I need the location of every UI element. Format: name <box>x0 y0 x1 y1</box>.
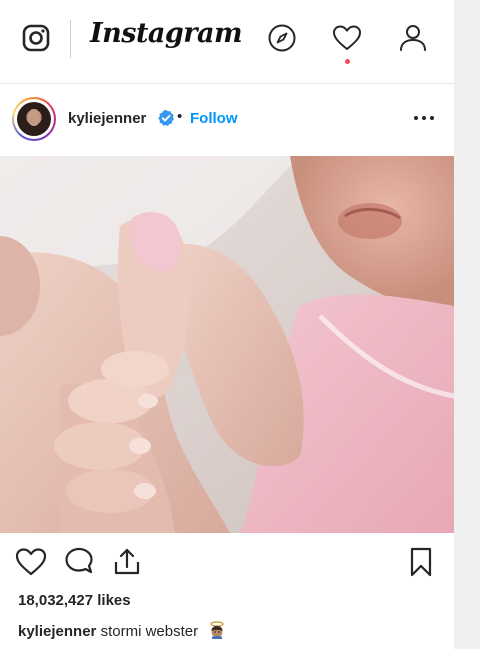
heart-icon[interactable] <box>331 22 363 54</box>
follow-button[interactable]: Follow <box>190 110 238 127</box>
caption-text: stormi webster <box>100 623 199 640</box>
post-photo[interactable] <box>0 156 454 533</box>
likes-count[interactable]: 18,032,427 likes <box>18 592 131 609</box>
separator-dot: • <box>177 108 183 125</box>
window-gutter <box>454 0 480 649</box>
verified-badge-icon <box>158 109 174 126</box>
instagram-glyph-icon[interactable] <box>22 24 50 52</box>
header-divider <box>70 20 71 58</box>
avatar[interactable] <box>12 97 56 141</box>
post-caption: kyliejenner stormi webster <box>18 621 226 641</box>
heart-icon[interactable] <box>14 545 48 579</box>
avatar-image <box>17 102 51 136</box>
post-username[interactable]: kyliejenner <box>68 110 146 127</box>
instagram-wordmark[interactable]: Instagram <box>90 18 243 49</box>
post-photo-image <box>0 156 454 533</box>
caption-username[interactable]: kyliejenner <box>18 623 96 640</box>
angel-emoji-icon <box>210 621 224 640</box>
instagram-page: Instagram kyliejenner • Follow 18,032,42… <box>0 0 454 649</box>
top-nav-bar: Instagram <box>0 0 454 84</box>
share-icon[interactable] <box>110 545 144 579</box>
bookmark-icon[interactable] <box>404 545 438 579</box>
post-header: kyliejenner • Follow <box>0 84 454 154</box>
person-icon[interactable] <box>397 22 429 54</box>
post-actions <box>0 533 454 593</box>
compass-icon[interactable] <box>266 22 298 54</box>
more-options-icon[interactable] <box>410 106 438 130</box>
notification-dot <box>345 59 350 64</box>
comment-icon[interactable] <box>62 545 96 579</box>
